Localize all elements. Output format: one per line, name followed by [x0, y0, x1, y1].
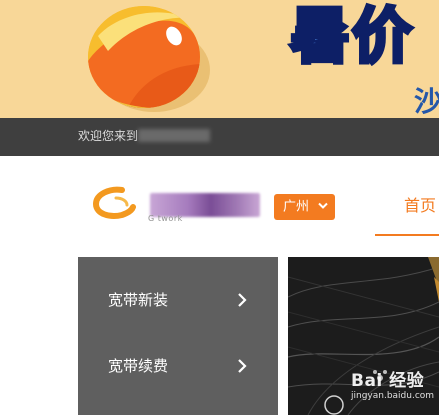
brand-subtitle: G twork — [148, 214, 183, 223]
menu-item-label: 宽带新装 — [108, 291, 169, 309]
blurred-username — [138, 129, 210, 142]
nav-home-link[interactable]: 首页 — [404, 195, 436, 217]
welcome-text: 欢迎您来到 — [78, 129, 139, 143]
banner-headline-tail: 沙 — [414, 85, 439, 118]
watermark-brand: Bai 经验 — [351, 371, 425, 391]
top-bar — [0, 118, 439, 156]
beach-ball-icon — [88, 6, 200, 108]
ring-logo-icon[interactable] — [92, 186, 136, 220]
chevron-right-icon — [236, 291, 248, 309]
menu-item-new-install[interactable]: 宽带新装 — [78, 276, 278, 324]
nav-active-underline — [375, 234, 439, 236]
menu-item-renewal[interactable]: 宽带续费 — [78, 342, 278, 390]
chevron-right-icon — [236, 357, 248, 375]
chevron-down-icon — [318, 194, 328, 220]
service-menu: 宽带新装 宽带续费 — [78, 257, 278, 415]
menu-item-label: 宽带续费 — [108, 357, 169, 375]
city-selector-button[interactable]: 广州 — [274, 194, 335, 220]
promo-banner[interactable]: 暑价 沙 — [0, 0, 439, 118]
banner-headline: 暑价 — [288, 0, 414, 74]
watermark-url: jingyan.baidu.com — [351, 391, 435, 401]
city-label: 广州 — [283, 199, 310, 215]
